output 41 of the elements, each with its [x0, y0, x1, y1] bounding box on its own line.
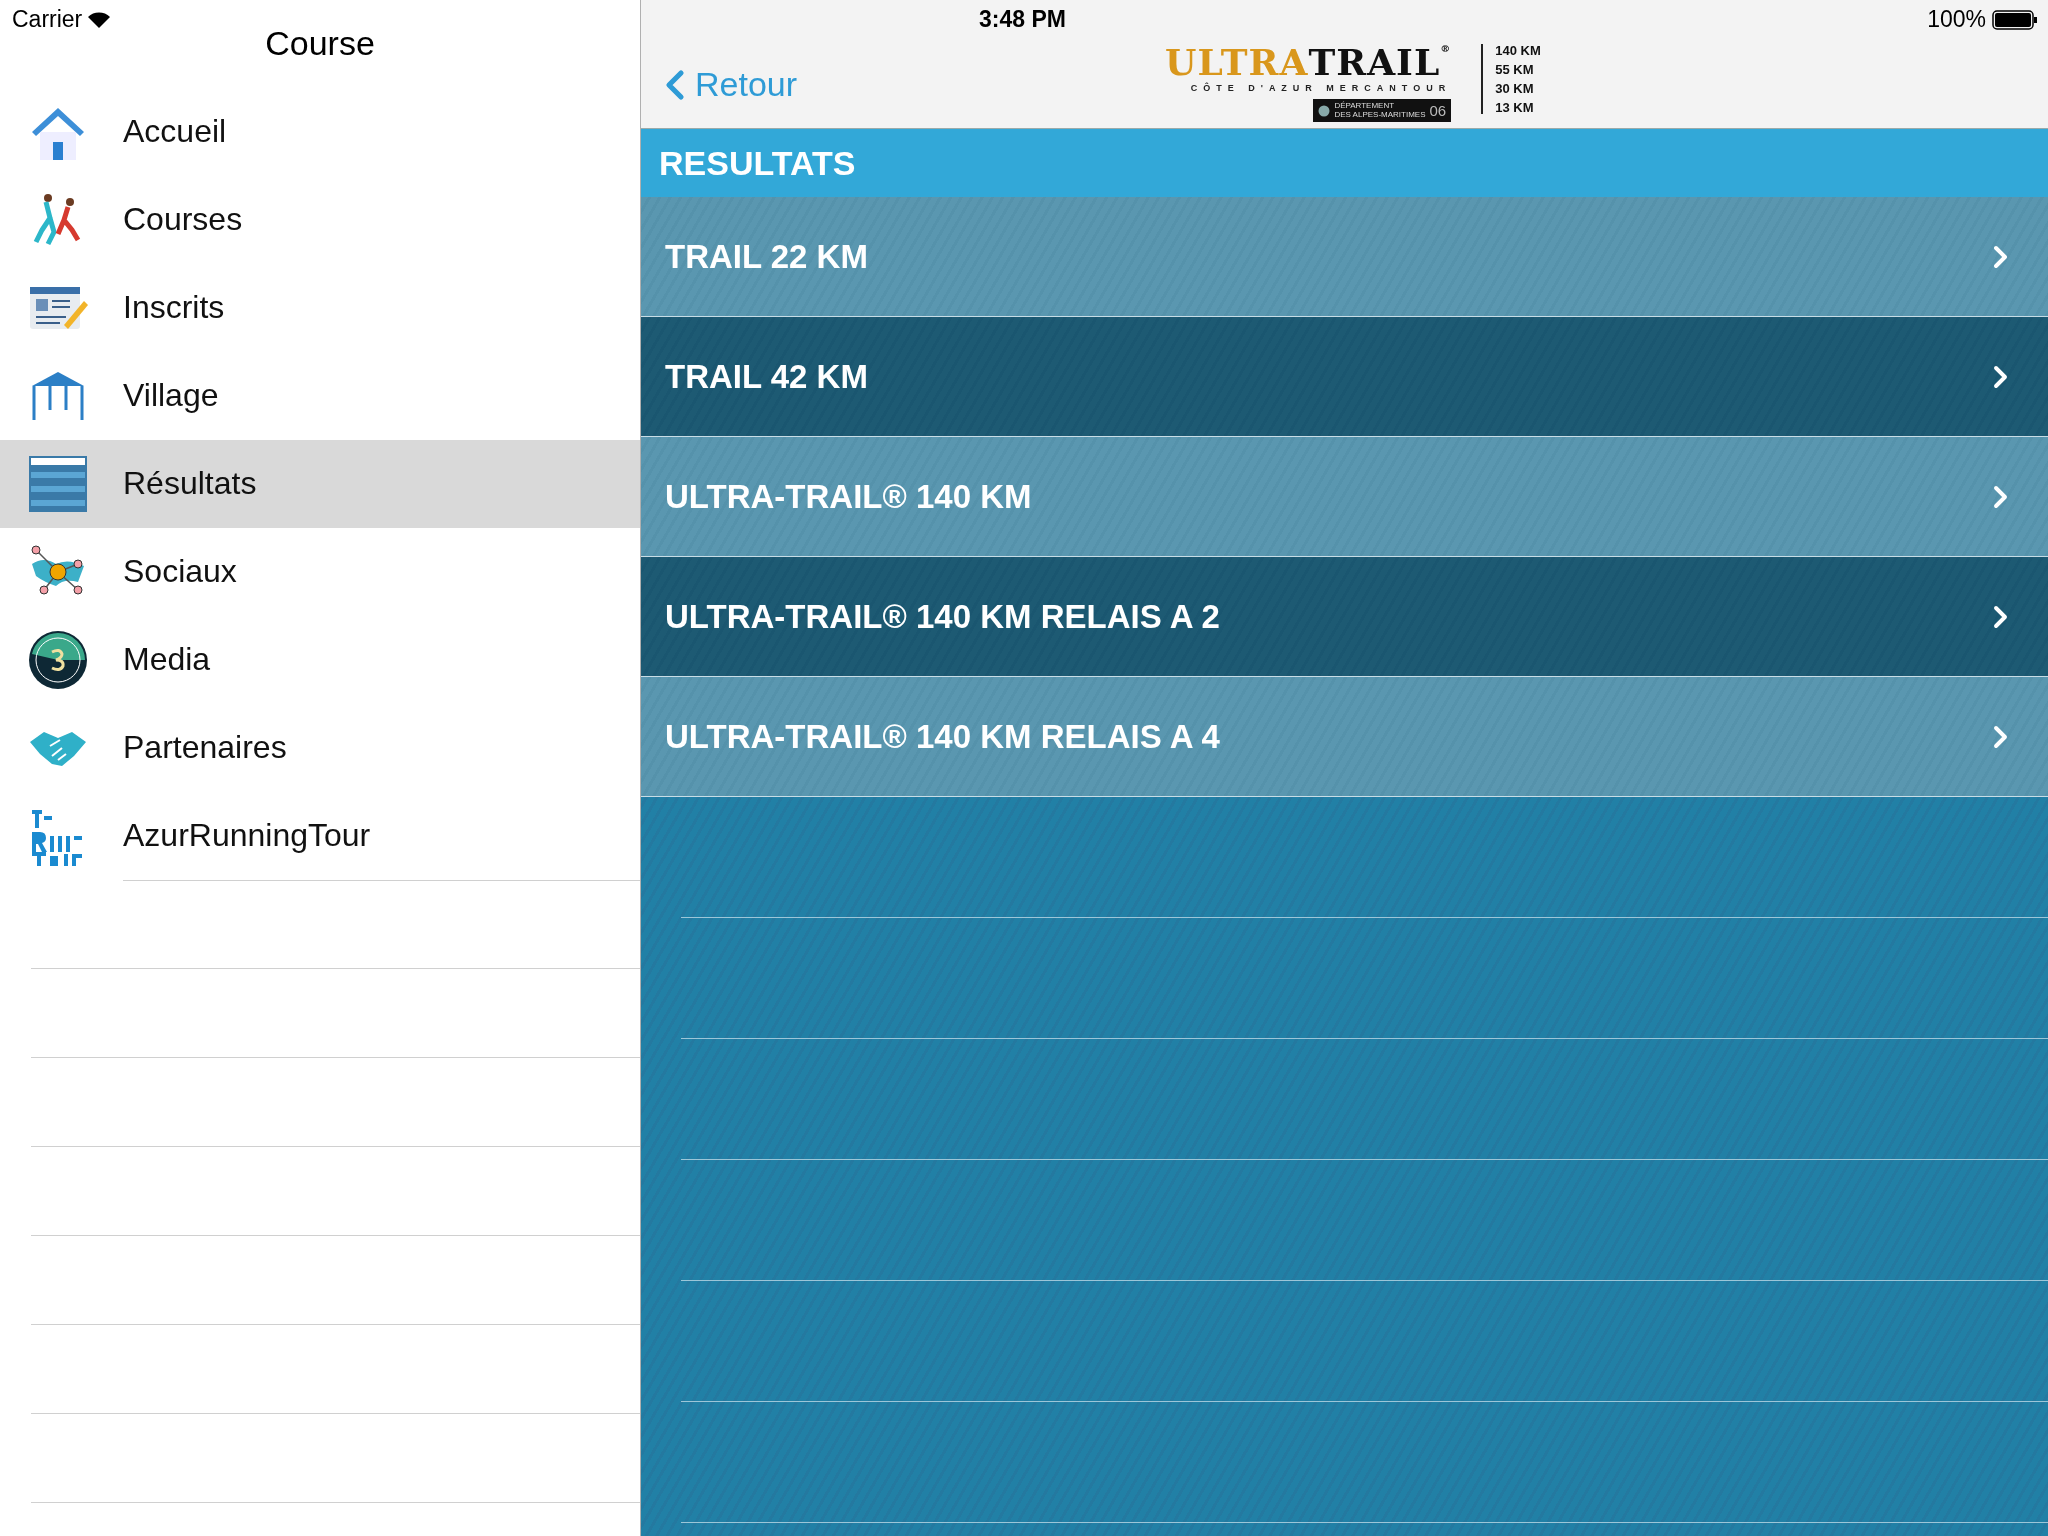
chevron-icon — [1993, 244, 2008, 269]
distance-label: 30 KM — [1495, 82, 1535, 95]
chevron-icon — [1993, 604, 2008, 629]
clock: 3:48 PM — [979, 6, 1066, 33]
menu-label: Sociaux — [123, 553, 237, 590]
chevron-icon — [1993, 364, 2008, 389]
menu-label: Media — [123, 641, 211, 678]
sidebar-title: Course — [265, 24, 375, 63]
distance-label: 55 KM — [1495, 63, 1535, 76]
race-label: ULTRA-TRAIL® 140 KM RELAIS A 2 — [665, 597, 1220, 636]
distance-label: 13 KM — [1495, 101, 1535, 114]
battery-percent: 100% — [1927, 6, 1986, 33]
carrier-label: Carrier — [12, 6, 83, 33]
race-label: TRAIL 42 KM — [665, 357, 868, 396]
distance-label: 140 KM — [1495, 44, 1541, 57]
menu-label: Partenaires — [123, 729, 287, 766]
race-row[interactable]: ULTRA-TRAIL® 140 KM RELAIS A 2 — [641, 557, 2048, 677]
back-chevron-icon — [665, 68, 685, 101]
logo-word: TRAIL — [1308, 44, 1441, 80]
results-table-icon — [27, 454, 88, 514]
menu-item[interactable]: Résultats — [0, 440, 640, 528]
menu-label: Courses — [123, 201, 243, 238]
film-countdown-icon — [27, 630, 88, 690]
race-label: ULTRA-TRAIL® 140 KM — [665, 477, 1032, 516]
logo-subtitle: CÔTE D'AZUR MERCANTOUR — [1190, 83, 1452, 93]
race-label: ULTRA-TRAIL® 140 KM RELAIS A 4 — [665, 717, 1220, 756]
menu-label: AzurRunningTour — [123, 817, 371, 854]
menu-label: Résultats — [123, 465, 257, 502]
battery-icon — [1992, 9, 2038, 30]
menu-label: Accueil — [123, 113, 227, 150]
chevron-icon — [1993, 484, 2008, 509]
wifi-icon — [88, 11, 111, 28]
race-label: TRAIL 22 KM — [665, 237, 868, 276]
registered-mark: ® — [1440, 44, 1452, 54]
logo-word: ULTRA — [1165, 44, 1309, 80]
menu-label: Inscrits — [123, 289, 225, 326]
menu-label: Village — [123, 377, 219, 414]
chevron-icon — [1993, 724, 2008, 749]
race-row[interactable]: TRAIL 42 KM — [641, 317, 2048, 437]
section-title: RESULTATS — [659, 143, 856, 183]
seal-icon — [1318, 104, 1331, 117]
